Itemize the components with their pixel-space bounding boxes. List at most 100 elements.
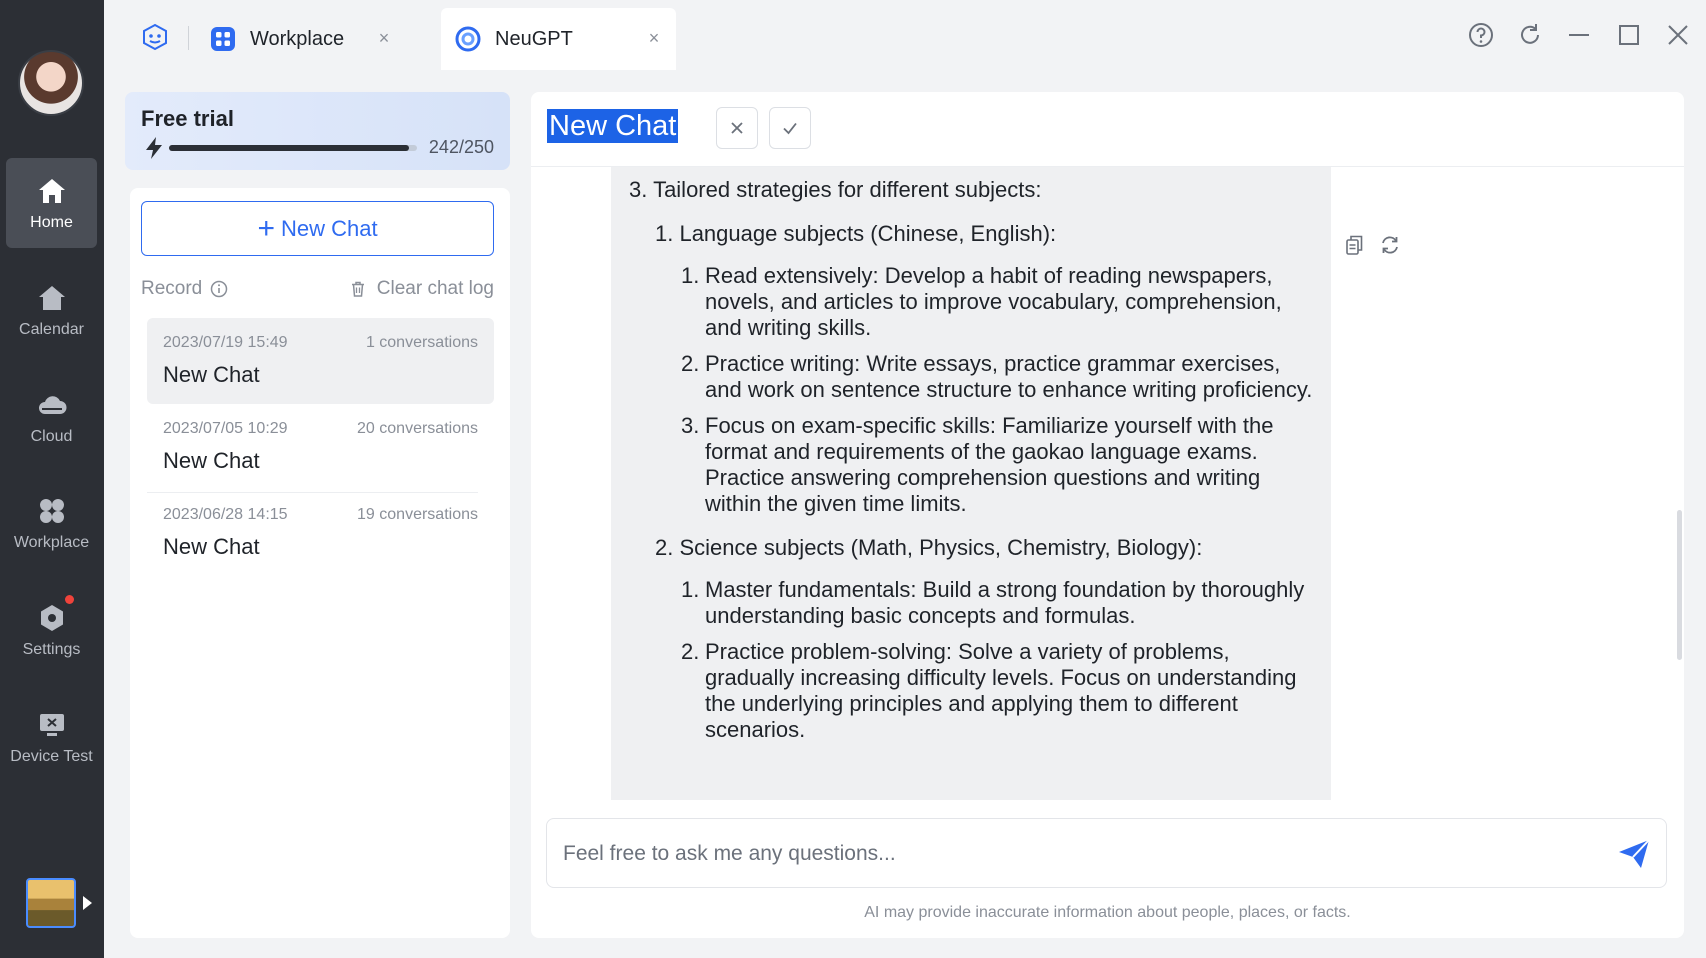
record-label: Record xyxy=(141,278,203,299)
list-item-text: Focus on exam-specific skills: Familiari… xyxy=(705,413,1274,516)
chat-list-item[interactable]: 2023/07/05 10:29 20 conversations New Ch… xyxy=(147,404,494,490)
user-avatar[interactable] xyxy=(18,50,84,116)
help-icon[interactable] xyxy=(1466,20,1496,50)
wallpaper-thumbnail[interactable] xyxy=(26,878,76,928)
new-chat-label: New Chat xyxy=(280,215,378,241)
trial-progress-bar xyxy=(169,145,417,151)
list-item-number: 1. xyxy=(681,577,700,602)
list-item: 3. Focus on exam-specific skills: Famili… xyxy=(681,413,1319,517)
list-item: 1. Read extensively: Develop a habit of … xyxy=(681,263,1319,341)
nav-item-workplace[interactable]: Workplace xyxy=(6,478,97,568)
list-item-text: Master fundamentals: Build a strong foun… xyxy=(705,577,1305,628)
assistant-message: 3. Tailored strategies for different sub… xyxy=(611,167,1331,800)
close-icon[interactable]: × xyxy=(644,28,664,49)
tab-label-workplace: Workplace xyxy=(250,27,345,50)
close-icon[interactable]: × xyxy=(374,28,394,49)
chat-scrollbar[interactable] xyxy=(1677,510,1682,660)
nav-label-home: Home xyxy=(30,214,73,231)
chat-title: New Chat xyxy=(163,362,260,387)
list-item-number: 2. xyxy=(681,639,700,664)
list-item-number: 2. xyxy=(681,351,700,376)
clear-chat-log-button[interactable]: Clear chat log xyxy=(349,278,494,300)
send-icon[interactable] xyxy=(1616,836,1652,872)
chat-title-input[interactable]: New Chat xyxy=(547,109,679,143)
app-home-icon[interactable] xyxy=(140,22,170,52)
record-row: Record Clear chat log xyxy=(141,276,494,306)
list-item-text: Read extensively: Develop a habit of rea… xyxy=(705,263,1282,340)
maximize-icon[interactable] xyxy=(1614,20,1644,50)
notification-dot xyxy=(65,595,74,604)
trial-progress-fill xyxy=(169,145,410,151)
chat-title: New Chat xyxy=(163,534,260,559)
chat-input-box xyxy=(546,818,1667,888)
ai-disclaimer: AI may provide inaccurate information ab… xyxy=(864,904,1351,921)
expand-arrow-icon[interactable] xyxy=(83,896,92,910)
nav-label-cloud: Cloud xyxy=(30,428,73,445)
list-item: 2. Practice writing: Write essays, pract… xyxy=(681,351,1319,403)
nav-item-home[interactable]: Home xyxy=(6,158,97,248)
info-icon[interactable] xyxy=(210,280,228,298)
settings-icon xyxy=(35,601,69,635)
nav-label-settings: Settings xyxy=(22,641,81,658)
list-item-text: Practice writing: Write essays, practice… xyxy=(705,351,1313,402)
chat-title: New Chat xyxy=(163,448,260,473)
check-icon xyxy=(783,122,797,135)
list-item: 2. Practice problem-solving: Solve a var… xyxy=(681,639,1319,743)
copy-icon[interactable] xyxy=(1343,234,1365,256)
message-content: 3. Tailored strategies for different sub… xyxy=(629,177,1319,753)
section-title: 2. Science subjects (Math, Physics, Chem… xyxy=(655,535,1203,560)
nav-label-device-test: Device Test xyxy=(10,748,93,765)
tab-divider xyxy=(188,26,189,50)
chat-date: 2023/07/05 10:29 xyxy=(163,420,288,437)
nav-item-device-test[interactable]: Device Test xyxy=(6,692,97,782)
workplace-app-icon xyxy=(211,27,235,51)
cancel-rename-button[interactable] xyxy=(716,107,758,149)
free-trial-card: Free trial 242/250 xyxy=(125,92,510,170)
nav-item-settings[interactable]: Settings xyxy=(6,585,97,675)
nav-item-cloud[interactable]: Cloud xyxy=(6,372,97,462)
title-bar: Workplace × NeuGPT × xyxy=(104,0,1706,70)
trash-icon xyxy=(351,281,364,297)
nav-rail: Home Calendar Cloud Workplace Settings D… xyxy=(0,0,104,958)
nav-item-calendar[interactable]: Calendar xyxy=(6,265,97,355)
minimize-icon[interactable] xyxy=(1564,20,1594,50)
section-title: 1. Language subjects (Chinese, English): xyxy=(655,221,1057,246)
nav-label-workplace: Workplace xyxy=(13,534,90,551)
cloud-icon xyxy=(35,388,69,422)
chat-date: 2023/06/28 14:15 xyxy=(163,506,288,523)
list-item-number: 1. xyxy=(681,263,700,288)
chat-count: 1 conversations xyxy=(365,334,478,351)
message-heading: 3. Tailored strategies for different sub… xyxy=(629,177,1042,202)
plus-icon: + xyxy=(257,211,275,245)
neugpt-app-icon xyxy=(455,26,481,52)
confirm-rename-button[interactable] xyxy=(769,107,811,149)
regenerate-icon[interactable] xyxy=(1379,234,1401,256)
chat-input[interactable] xyxy=(563,837,1563,871)
list-item-text: Practice problem-solving: Solve a variet… xyxy=(705,639,1297,742)
grid-icon xyxy=(35,494,69,528)
record-heading: Record xyxy=(141,278,228,300)
refresh-icon[interactable] xyxy=(1515,20,1545,50)
device-test-icon xyxy=(35,708,69,742)
trial-title: Free trial xyxy=(141,106,234,131)
window-close-icon[interactable] xyxy=(1663,20,1693,50)
chat-history-panel: + New Chat Record Clear chat log 2023/07… xyxy=(130,188,510,938)
chat-list-item[interactable]: 2023/07/19 15:49 1 conversations New Cha… xyxy=(147,318,494,404)
tab-label-neugpt: NeuGPT xyxy=(495,27,573,50)
tab-neugpt[interactable]: NeuGPT × xyxy=(441,8,676,70)
tab-workplace[interactable]: Workplace × xyxy=(196,8,406,70)
lightning-icon xyxy=(146,137,162,159)
chat-main-area: New Chat 3. Tailored strategies for diff… xyxy=(531,92,1684,938)
clear-chat-log-label: Clear chat log xyxy=(376,278,494,299)
list-item: 1. Master fundamentals: Build a strong f… xyxy=(681,577,1319,629)
nav-label-calendar: Calendar xyxy=(19,321,84,338)
new-chat-button[interactable]: + New Chat xyxy=(141,201,494,256)
chat-count: 20 conversations xyxy=(357,420,478,437)
home-icon xyxy=(35,174,69,208)
trial-count: 242/250 xyxy=(428,137,494,157)
message-toolbar xyxy=(1343,234,1401,256)
chat-date: 2023/07/19 15:49 xyxy=(163,334,288,351)
list-item-number: 3. xyxy=(681,413,700,438)
chat-list-item[interactable]: 2023/06/28 14:15 19 conversations New Ch… xyxy=(147,490,494,576)
chat-count: 19 conversations xyxy=(357,506,478,523)
